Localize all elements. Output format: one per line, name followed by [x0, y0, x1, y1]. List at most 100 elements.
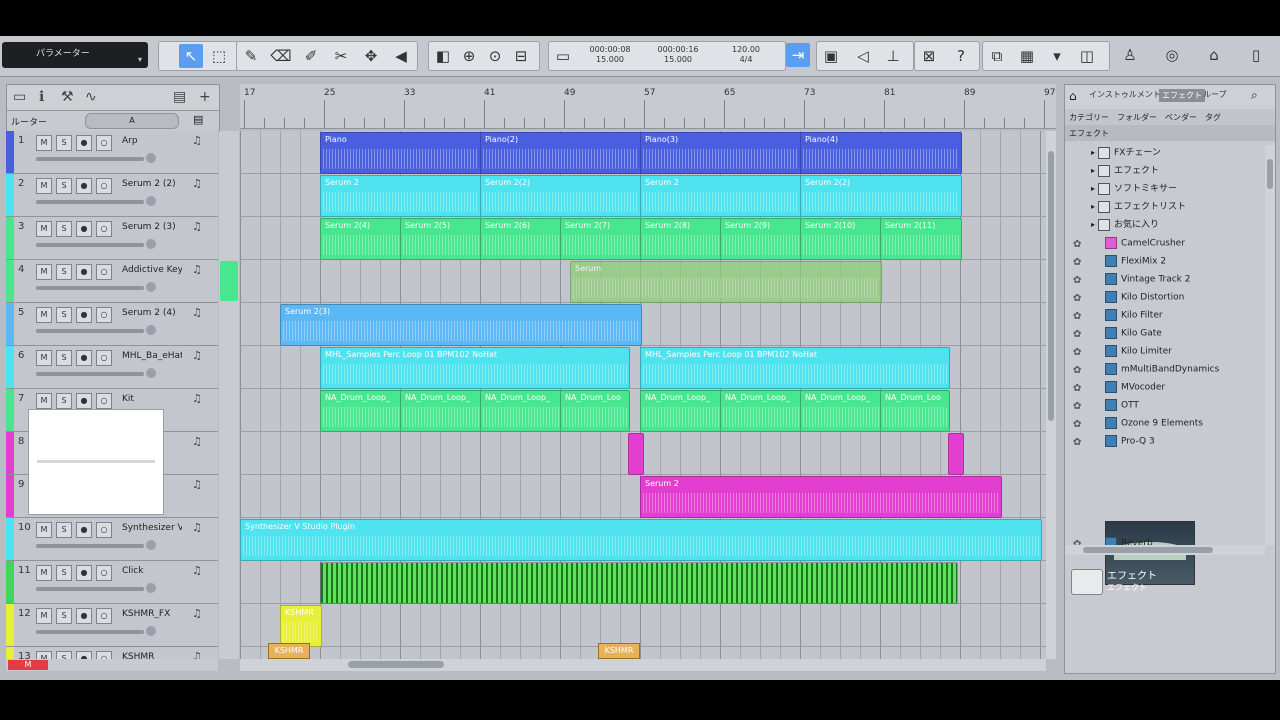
instrument-icon[interactable]: ♫ [192, 435, 202, 448]
record-button[interactable]: ● [76, 393, 92, 409]
pan-knob[interactable] [146, 583, 156, 593]
fader-icon[interactable]: ⊥ [881, 44, 905, 68]
expand-icon[interactable]: ▤ [193, 113, 203, 126]
solo-button[interactable]: S [56, 350, 72, 366]
pan-knob[interactable] [146, 239, 156, 249]
volume-fader[interactable] [36, 372, 144, 376]
clip[interactable]: NA_Drum_Loop_ [720, 390, 802, 432]
tab-effects[interactable]: エフェクト [1159, 89, 1205, 102]
monitor-button[interactable]: M [36, 522, 52, 538]
split-tool-icon[interactable]: ✂ [329, 44, 353, 68]
favorite-star-icon[interactable]: ✿ [1073, 383, 1083, 394]
monitor-button[interactable]: M [36, 565, 52, 581]
clip[interactable]: Piano(2) [480, 132, 642, 174]
subtab-category[interactable]: カテゴリー [1069, 112, 1109, 123]
favorite-star-icon[interactable]: ✿ [1073, 311, 1083, 322]
solo-button[interactable]: S [56, 264, 72, 280]
monitor-button[interactable]: M [36, 393, 52, 409]
arrange-horizontal-scrollbar[interactable] [240, 659, 1046, 671]
tab-loops[interactable]: ループ [1203, 89, 1227, 100]
add-track-icon[interactable]: + [199, 89, 211, 105]
track-row[interactable]: 6 M S ● ○ MHL_Ba_eHat ♫ [6, 346, 218, 389]
arrow-tool-icon[interactable]: ↖ [179, 44, 203, 68]
record-button[interactable]: ● [76, 178, 92, 194]
browser-plugin-item[interactable]: Kilo Distortion [1105, 291, 1184, 307]
volume-fader[interactable] [36, 200, 144, 204]
home-icon[interactable]: ⌂ [1202, 43, 1226, 67]
record-button[interactable]: ● [76, 608, 92, 624]
monitor-button[interactable]: M [36, 307, 52, 323]
browser-plugin-item[interactable]: MVocoder [1105, 381, 1165, 397]
solo-button[interactable]: S [56, 135, 72, 151]
clip[interactable]: NA_Drum_Loop_ [640, 390, 722, 432]
browser-folder[interactable]: ▸ ソフトミキサー [1091, 181, 1177, 197]
clip[interactable]: Serum 2 [640, 175, 802, 217]
clip[interactable]: Serum 2(5) [400, 218, 482, 260]
timeline-ruler[interactable]: 17 25 33 41 49 57 65 73 81 89 97 [240, 84, 1105, 129]
monitor-input-button[interactable]: ○ [96, 350, 112, 366]
browser-hscroll-thumb[interactable] [1083, 547, 1213, 553]
marker-kshmr-1[interactable]: KSHMR [268, 643, 310, 659]
monitor-input-button[interactable]: ○ [96, 307, 112, 323]
track-row[interactable]: 12 M S ● ○ KSHMR_FX ♫ [6, 604, 218, 647]
track-name[interactable]: Arp [122, 136, 182, 146]
instrument-icon[interactable]: ♫ [192, 263, 202, 276]
track-row[interactable]: 3 M S ● ○ Serum 2 (3) ♫ [6, 217, 218, 260]
pan-knob[interactable] [146, 153, 156, 163]
zoom-icon[interactable]: ⊙ [483, 44, 507, 68]
volume-fader[interactable] [36, 243, 144, 247]
record-mode-icon[interactable]: ⊟ [509, 44, 533, 68]
pan-knob[interactable] [146, 282, 156, 292]
favorite-star-icon[interactable]: ✿ [1073, 329, 1083, 340]
expand-arrow-icon[interactable]: ▸ [1091, 202, 1095, 211]
monitor-button[interactable]: M [36, 608, 52, 624]
monitor-input-button[interactable]: ○ [96, 178, 112, 194]
monitor-button[interactable]: M [36, 178, 52, 194]
volume-fader[interactable] [36, 329, 144, 333]
tab-instruments[interactable]: インストゥルメント [1089, 89, 1161, 100]
clip[interactable]: Serum 2(2) [480, 175, 642, 217]
track-name[interactable]: Serum 2 (2) [122, 179, 182, 189]
track-mode-selector[interactable]: A [85, 113, 179, 129]
monitor-input-button[interactable]: ○ [96, 608, 112, 624]
instrument-icon[interactable]: ♫ [192, 134, 202, 147]
volume-fader[interactable] [36, 544, 144, 548]
record-button[interactable]: ● [76, 264, 92, 280]
track-name[interactable]: Addictive Keys [122, 265, 182, 275]
clip[interactable]: Synthesizer V Studio Plugin [240, 519, 1042, 561]
clip-small[interactable] [948, 433, 964, 475]
instrument-icon[interactable]: ♫ [192, 564, 202, 577]
track-name[interactable]: Click [122, 566, 182, 576]
volume-fader[interactable] [36, 587, 144, 591]
marker-kshmr-2[interactable]: KSHMR [598, 643, 640, 659]
click-track-clip[interactable] [320, 562, 958, 604]
monitor-input-button[interactable]: ○ [96, 264, 112, 280]
clip[interactable]: Serum 2 [640, 476, 1002, 518]
paint-tool-icon[interactable]: ✐ [299, 44, 323, 68]
clip[interactable]: NA_Drum_Loop_ [480, 390, 562, 432]
automation-icon[interactable]: ∿ [85, 89, 97, 105]
clip[interactable]: Serum 2(3) [280, 304, 642, 346]
track-name[interactable]: KSHMR_FX [122, 609, 182, 619]
arrange-view[interactable]: Piano Piano(2) Piano(3) Piano(4) Serum 2 Seru… [240, 131, 1046, 659]
pan-knob[interactable] [146, 325, 156, 335]
browser-folder[interactable]: ▸ お気に入り [1091, 217, 1159, 233]
pan-knob[interactable] [146, 626, 156, 636]
clip-small[interactable] [628, 433, 644, 475]
snap-icon[interactable]: ◧ [431, 44, 455, 68]
track-row[interactable]: 1 M S ● ○ Arp ♫ [6, 131, 218, 174]
counter-2[interactable]: 000:00:16 15.000 [647, 45, 709, 67]
track-name[interactable]: MHL_Ba_eHat [122, 351, 182, 361]
browser-plugin-item[interactable]: OTT [1105, 399, 1139, 415]
folder-icon[interactable] [1071, 569, 1103, 595]
subtab-folder[interactable]: フォルダー [1117, 112, 1157, 123]
monitor-button[interactable]: M [36, 264, 52, 280]
track-row[interactable]: 4 M S ● ○ Addictive Keys ♫ [6, 260, 218, 303]
clip[interactable]: Serum [570, 261, 882, 303]
solo-button[interactable]: S [56, 608, 72, 624]
clip[interactable]: Serum 2(8) [640, 218, 722, 260]
counter-1[interactable]: 000:00:08 15.000 [579, 45, 641, 67]
favorite-star-icon[interactable]: ✿ [1073, 419, 1083, 430]
solo-button[interactable]: S [56, 221, 72, 237]
record-button[interactable]: ● [76, 350, 92, 366]
